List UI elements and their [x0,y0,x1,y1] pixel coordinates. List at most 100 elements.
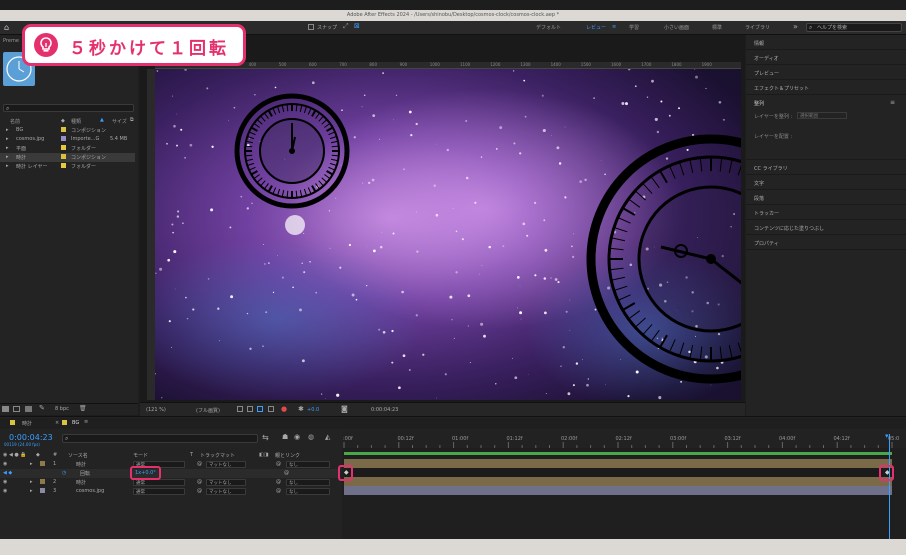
expand-icon[interactable]: ▸ [30,479,33,485]
parent-pickwhip-icon[interactable]: @ [276,479,281,485]
workspace-small-screen[interactable]: 小さい画面 [664,24,689,31]
stopwatch-icon[interactable]: ◷ [62,470,66,476]
graph-editor-icon[interactable]: ◭ [325,433,330,441]
zoom-select[interactable]: (121 %) [146,407,166,413]
visibility-icon[interactable]: ◉ [3,479,7,485]
track-bar-layer-1[interactable] [344,459,892,468]
column-name[interactable]: 名前 [10,118,20,125]
motion-blur-icon[interactable]: ◍ [308,433,314,441]
guides-icon[interactable] [268,406,274,412]
parent-select[interactable]: なし [286,488,330,495]
align-to-select[interactable]: 選択範囲 [797,112,847,119]
adjust-icon[interactable]: ✎ [39,404,45,412]
column-type[interactable]: 種類 [71,118,81,125]
track-matte-select[interactable]: マットなし [206,479,246,486]
panel-tracker[interactable]: トラッカー [746,205,906,220]
tab-bg[interactable]: BG [72,420,79,426]
workspace-learn[interactable]: 学習 [629,24,639,31]
property-row-rotation[interactable]: ◀ ◆ ◷ 回転 1x+0.0° @ [0,469,340,478]
project-item[interactable]: ▸ 時計 コンポジション [0,153,135,162]
panel-info[interactable]: 情報 [746,35,906,50]
snap-icon[interactable]: ⤢ [343,22,349,31]
sort-up-icon[interactable]: ▲ [100,117,104,123]
tab-clock[interactable]: 時計 [22,420,32,427]
column-parent[interactable]: 親とリンク [275,452,300,459]
label-color-swatch[interactable] [40,479,45,484]
track-bar-layer-3[interactable] [344,486,892,495]
transparency-grid-icon[interactable] [247,406,253,412]
expand-icon[interactable]: ▸ [30,488,33,494]
panel-cc-libraries[interactable]: CC ライブラリ [746,160,906,175]
project-item[interactable]: ▸ 時計 レイヤー フォルダー [0,162,135,171]
current-time[interactable]: 0:00:04:23 [371,407,398,413]
composition-viewer[interactable] [155,69,741,400]
draft-3d-icon[interactable]: ☗ [282,433,288,441]
workspace-default[interactable]: デフォルト [536,24,561,31]
parent-select[interactable]: なし [286,461,330,468]
workspace-libraries[interactable]: ライブラリ [745,24,770,31]
project-item[interactable]: ▸ cosmos.jpg Importe...G 5.4 MB [0,135,135,144]
trash-icon[interactable]: 🗑 [79,405,87,412]
project-search-input[interactable]: ⌕ [3,104,134,112]
keyframe-nav-icon[interactable]: ◀ ◆ [3,470,12,476]
visibility-icon[interactable]: ◉ [3,488,7,494]
timeline-search-input[interactable]: ⌕ [62,434,258,443]
playhead[interactable] [889,434,890,539]
new-composition-icon[interactable] [25,406,32,412]
magnet-icon[interactable]: ⊠ [354,22,360,30]
timeline-timecode[interactable]: 0:00:04:23 [9,433,53,442]
column-source-name[interactable]: ソース名 [68,452,88,459]
workspace-standard[interactable]: 標準 [712,24,722,31]
panel-properties[interactable]: プロパティ [746,235,906,250]
link-icon[interactable]: @ [284,470,289,476]
layer-name[interactable]: 時計 [76,479,86,486]
layer-row[interactable]: ◉ ▸ 2 時計 通常 @ マットなし @ なし [0,478,340,487]
label-color-swatch[interactable] [40,461,45,466]
panel-paragraph[interactable]: 段落 [746,190,906,205]
mask-visibility-icon[interactable] [257,406,263,412]
column-mode[interactable]: モード [133,452,148,459]
panel-audio[interactable]: オーディオ [746,50,906,65]
help-search-input[interactable]: ⌕ ヘルプを検索 [806,23,902,32]
visibility-icon[interactable]: ◉ [3,461,7,467]
track-matte-select[interactable]: マットなし [206,488,246,495]
track-matte-select[interactable]: マットなし [206,461,246,468]
panel-content-aware-fill[interactable]: コンテンツに応じた塗りつぶし [746,220,906,235]
panel-effects-presets[interactable]: エフェクト＆プリセット [746,80,906,95]
panel-preview[interactable]: プレビュー [746,65,906,80]
matte-link-icon[interactable]: @ [197,479,202,485]
label-color-swatch[interactable] [40,488,45,493]
project-item[interactable]: ▸ 平面 フォルダー [0,144,135,153]
track-bar-rotation[interactable] [344,468,892,477]
snap-checkbox[interactable] [308,24,314,30]
interpret-footage-icon[interactable] [2,406,9,412]
playhead-handle-icon[interactable]: ▾ [885,432,889,440]
expand-icon[interactable]: ▸ [30,461,33,467]
mode-select[interactable]: 通常 [133,488,185,495]
exposure-icon[interactable]: ✱ [298,405,304,413]
home-icon[interactable]: ⌂ [4,23,9,32]
project-item[interactable]: ▸ BG コンポジション [0,126,135,135]
region-of-interest-icon[interactable] [237,406,243,412]
new-folder-icon[interactable] [13,406,20,412]
matte-link-icon[interactable]: @ [197,461,202,467]
workspace-review[interactable]: レビュー [586,24,606,31]
parent-select[interactable]: なし [286,479,330,486]
snapshot-icon[interactable]: ◙ [341,405,348,413]
column-track-matte[interactable]: トラックマット [200,452,235,459]
parent-pickwhip-icon[interactable]: @ [276,488,281,494]
workspace-menu-icon[interactable]: ≡ [612,24,616,30]
resolution-select[interactable]: (フル画質) [196,407,220,414]
close-icon[interactable]: × [55,420,59,426]
flowchart-icon[interactable]: ⧉ [130,117,134,123]
matte-link-icon[interactable]: @ [197,488,202,494]
panel-menu-icon[interactable]: ≡ [890,99,895,106]
shy-icon[interactable]: ◉ [294,433,300,441]
panel-menu-icon[interactable]: ≡ [84,419,88,425]
bpc-label[interactable]: 8 bpc [55,406,69,412]
exposure-value[interactable]: +0.0 [307,407,319,413]
parent-pickwhip-icon[interactable]: @ [276,461,281,467]
layer-row[interactable]: ◉ ▸ 1 時計 通常 @ マットなし @ なし [0,460,340,469]
more-workspaces-icon[interactable]: » [793,22,798,31]
column-size[interactable]: サイズ [112,118,127,125]
